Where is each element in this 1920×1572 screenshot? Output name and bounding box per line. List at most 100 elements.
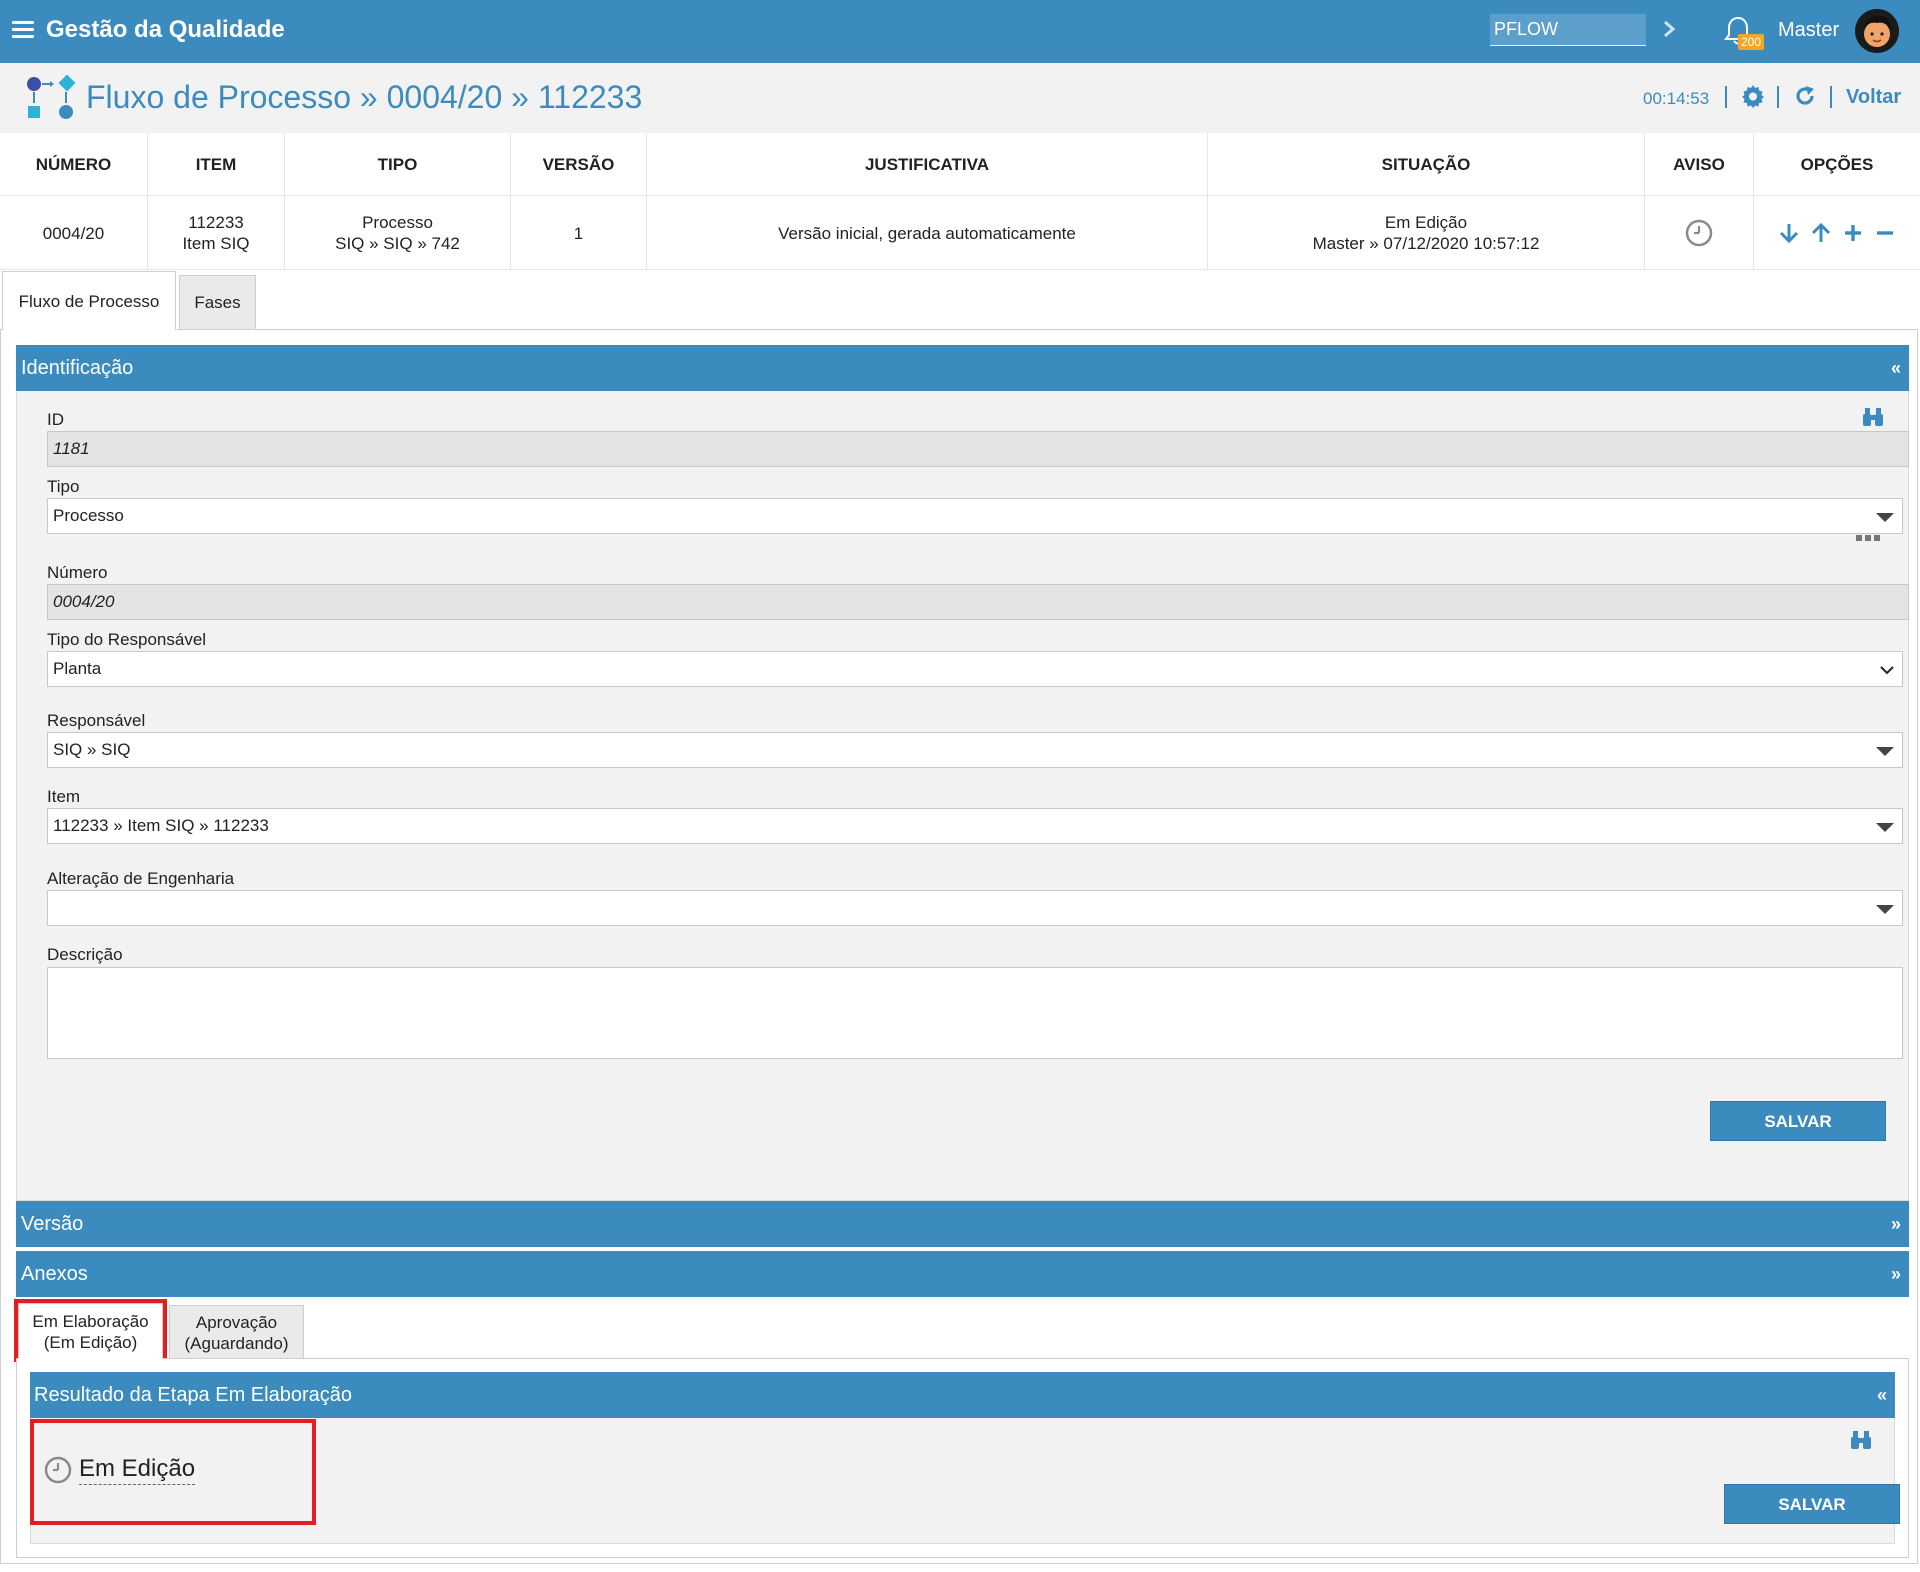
result-section-body: Em Edição SALVAR [30,1418,1900,1544]
item-value: 112233 » Item SIQ » 112233 [53,816,269,835]
tipo-label: Tipo [47,477,80,496]
dropdown-caret-icon [1876,747,1894,756]
stage-tab-aprovacao[interactable]: Aprovação (Aguardando) [169,1305,304,1359]
save-button[interactable]: SALVAR [1710,1101,1886,1141]
header-numero: NÚMERO [0,133,147,196]
gear-icon[interactable] [1741,84,1765,108]
tipo-responsavel-select[interactable]: Planta [47,651,1903,687]
chevron-right-icon[interactable] [1658,14,1682,44]
user-avatar[interactable] [1855,9,1899,53]
col-versao: VERSÃO 1 [511,133,647,270]
tab-fluxo-de-processo[interactable]: Fluxo de Processo [2,271,176,330]
collapse-icon[interactable]: « [1877,1372,1887,1418]
header-item: ITEM [148,133,284,196]
binoculars-icon[interactable] [1862,407,1884,427]
expand-icon[interactable]: » [1891,1201,1901,1247]
col-aviso: AVISO [1645,133,1754,270]
col-item: ITEM 112233 Item SIQ [148,133,285,270]
situacao-status: Em Edição [1384,213,1468,232]
header-aviso: AVISO [1645,133,1753,196]
stage-result-panel: Resultado da Etapa Em Elaboração « Em Ed… [16,1358,1909,1558]
tipo-select[interactable]: Processo [47,498,1903,534]
tipo-responsavel-value: Planta [53,659,102,678]
dropdown-caret-icon [1876,513,1894,522]
id-label: ID [47,410,64,429]
situacao-detail: Master » 07/12/2020 10:57:12 [1312,234,1540,253]
process-flow-icon [27,75,76,119]
section-title: Versão [21,1213,84,1235]
chevron-down-icon [1880,666,1894,675]
tipo-value: Processo [362,213,433,232]
item-select[interactable]: 112233 » Item SIQ » 112233 [47,808,1903,844]
dropdown-caret-icon [1876,823,1894,832]
responsavel-select[interactable]: SIQ » SIQ [47,732,1903,768]
stage-tab-status: (Aguardando) [184,1333,289,1353]
more-options-icon[interactable] [1855,534,1881,542]
numero-label: Número [47,563,108,582]
alteracao-select[interactable] [47,890,1903,926]
col-situacao: SITUAÇÃO Em Edição Master » 07/12/2020 1… [1208,133,1645,270]
responsavel-label: Responsável [47,711,146,730]
expand-icon[interactable]: » [1891,1251,1901,1297]
header-versao: VERSÃO [511,133,646,196]
section-identificacao-body: ID 1181 Tipo Processo Número 0004/20 Tip… [16,391,1909,1201]
id-field: 1181 [47,431,1909,467]
page-title: Fluxo de Processo » 0004/20 » 112233 [86,79,643,115]
header-separator [1777,86,1779,108]
header-separator [1830,86,1832,108]
dropdown-caret-icon [1876,905,1894,914]
stage-tab-name: Em Elaboração [32,1311,149,1331]
stage-tab-em-elaboracao[interactable]: Em Elaboração (Em Edição) [18,1303,163,1359]
justificativa-value: Versão inicial, gerada automaticamente [778,223,1076,243]
col-numero: NÚMERO 0004/20 [0,133,148,270]
header-opcoes: OPÇÕES [1754,133,1920,196]
minus-icon[interactable] [1874,222,1896,244]
user-name[interactable]: Master [1778,19,1839,42]
tab-fases[interactable]: Fases [179,275,256,329]
binoculars-icon[interactable] [1850,1430,1872,1450]
descricao-label: Descrição [47,945,123,964]
refresh-icon[interactable] [1793,84,1817,108]
header-separator [1725,86,1727,108]
responsavel-value: SIQ » SIQ [53,740,131,759]
section-anexos-header[interactable]: Anexos » [16,1251,1909,1297]
alteracao-label: Alteração de Engenharia [47,869,235,888]
tipo-responsavel-label: Tipo do Responsável [47,630,207,649]
section-title: Anexos [21,1263,88,1285]
result-save-button[interactable]: SALVAR [1724,1484,1900,1524]
numero-field: 0004/20 [47,584,1909,620]
plus-icon[interactable] [1842,222,1864,244]
section-versao-header[interactable]: Versão » [16,1201,1909,1247]
clock-icon [1685,219,1713,247]
session-timer: 00:14:53 [1643,89,1710,108]
app-title: Gestão da Qualidade [46,16,285,43]
arrow-up-icon[interactable] [1810,222,1832,244]
header-justificativa: JUSTIFICATIVA [647,133,1207,196]
stage-status-text[interactable]: Em Edição [79,1454,196,1485]
header-tipo: TIPO [285,133,510,196]
result-title: Resultado da Etapa Em Elaboração [34,1384,352,1406]
header-situacao: SITUAÇÃO [1208,133,1644,196]
page-header: Fluxo de Processo » 0004/20 » 112233 00:… [0,63,1920,133]
tipo-select-value: Processo [53,506,124,525]
section-title: Identificação [21,357,134,379]
col-opcoes: OPÇÕES [1754,133,1920,270]
notification-count-badge: 200 [1738,34,1765,50]
item-code: 112233 [188,213,244,232]
avatar-icon [1855,9,1899,53]
item-name: Item SIQ [182,234,250,253]
back-link[interactable]: Voltar [1846,86,1901,109]
collapse-icon[interactable]: « [1891,345,1901,391]
program-search-input[interactable] [1490,14,1646,46]
top-bar: Gestão da Qualidade 200 Master [0,0,1920,63]
clock-icon [44,1456,72,1484]
stage-tab-name: Aprovação [195,1312,278,1332]
stage-tab-status: (Em Edição) [43,1332,138,1352]
result-section-header[interactable]: Resultado da Etapa Em Elaboração « [30,1372,1895,1418]
descricao-textarea[interactable] [47,967,1903,1059]
tab-content-panel: Identificação « ID 1181 Tipo Processo Nú… [0,329,1918,1564]
arrow-down-icon[interactable] [1778,222,1800,244]
hamburger-menu-icon[interactable] [12,21,34,39]
section-identificacao-header[interactable]: Identificação « [16,345,1909,391]
summary-table: NÚMERO 0004/20 ITEM 112233 Item SIQ TIPO… [0,133,1920,270]
